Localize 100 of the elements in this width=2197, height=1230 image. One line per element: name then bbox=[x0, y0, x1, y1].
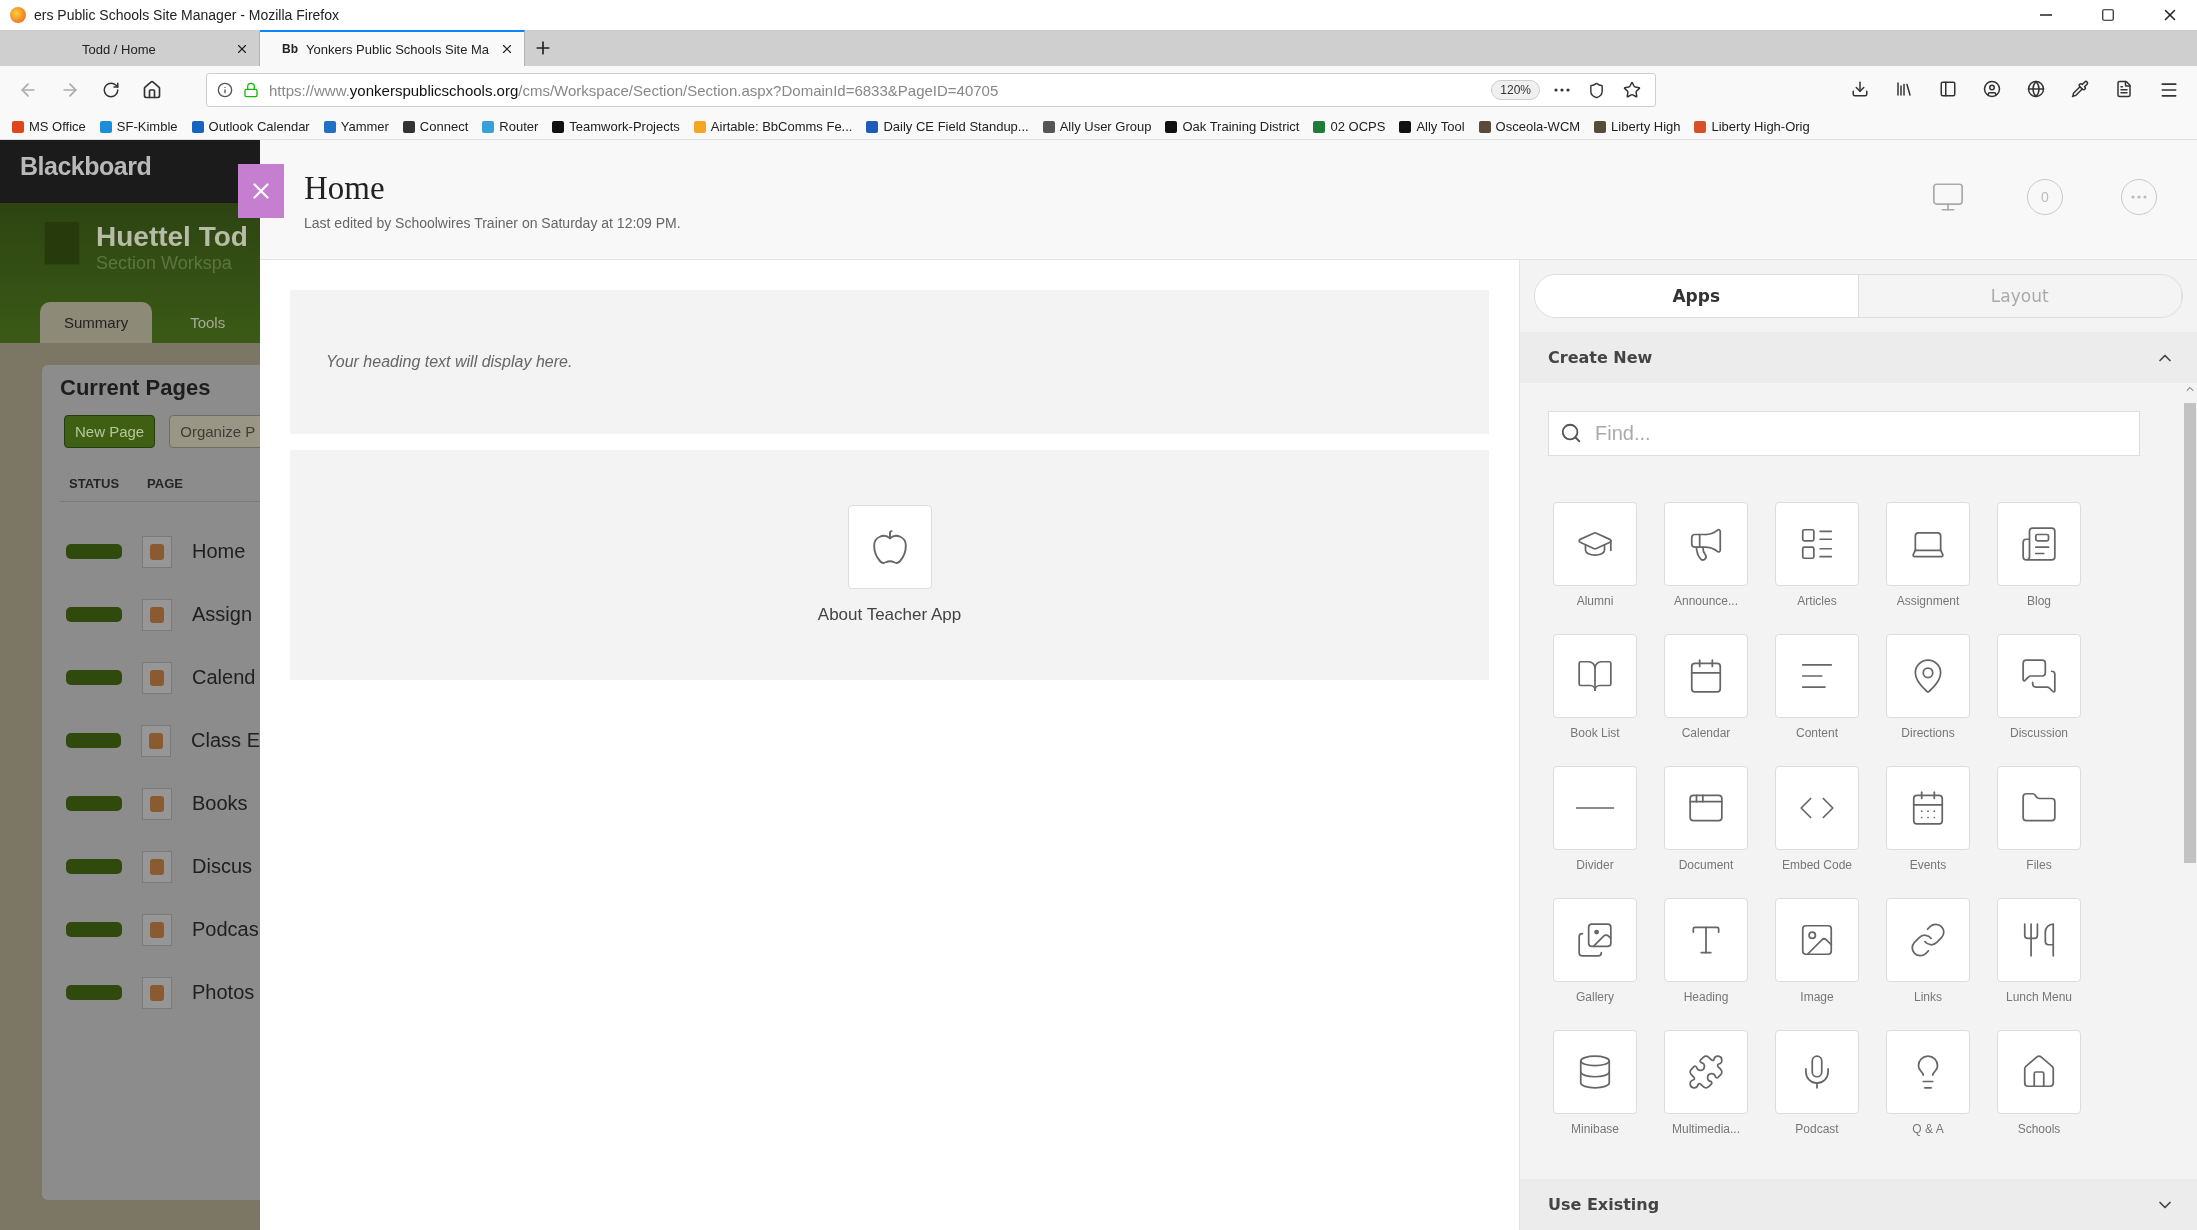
bookmark-link[interactable]: Ally Tool bbox=[1399, 119, 1465, 134]
page-thumbnail bbox=[142, 535, 172, 568]
app-tile[interactable] bbox=[1664, 1030, 1748, 1114]
app-tile[interactable] bbox=[1997, 1030, 2081, 1114]
app-tile[interactable] bbox=[1775, 634, 1859, 718]
page-link[interactable]: Calend bbox=[192, 666, 256, 689]
app-tile[interactable] bbox=[1997, 766, 2081, 850]
bookmark-link[interactable]: Airtable: BbComms Fe... bbox=[693, 119, 853, 134]
app-label: Lunch Menu bbox=[2005, 990, 2072, 1004]
page-link[interactable]: Home bbox=[192, 540, 246, 563]
panel-tab[interactable]: Apps bbox=[1535, 275, 1859, 317]
monitor-icon bbox=[1931, 180, 1965, 214]
new-page-button[interactable]: New Page bbox=[64, 415, 156, 448]
organize-button[interactable]: Organize P bbox=[169, 415, 260, 448]
library-icon bbox=[1895, 80, 1913, 98]
bookmark-link[interactable]: Osceola-WCM bbox=[1478, 119, 1581, 134]
reload-icon bbox=[102, 81, 120, 99]
app-tile[interactable] bbox=[1553, 502, 1637, 586]
app-tile[interactable] bbox=[1997, 634, 2081, 718]
app-tile[interactable] bbox=[1775, 1030, 1859, 1114]
bookmark-link[interactable]: Daily CE Field Standup... bbox=[866, 119, 1029, 134]
section-tab[interactable]: Tools bbox=[166, 302, 250, 343]
lock-icon bbox=[243, 82, 259, 98]
page-thumbnail bbox=[142, 913, 172, 946]
app-label: Calendar bbox=[1681, 726, 1731, 740]
app-tile[interactable] bbox=[1997, 898, 2081, 982]
bookmark-link[interactable]: Teamwork-Projects bbox=[552, 119, 680, 134]
bookmark-link[interactable]: Liberty High-Orig bbox=[1694, 119, 1810, 134]
app-label: Articles bbox=[1797, 594, 1837, 608]
bookmark-link[interactable]: 02 OCPS bbox=[1313, 119, 1386, 134]
brand-logo: Blackboard bbox=[0, 140, 260, 203]
bookmark-link[interactable]: Outlook Calendar bbox=[191, 119, 310, 134]
section-tab[interactable]: Summary bbox=[40, 302, 153, 343]
app-tile[interactable] bbox=[1775, 766, 1859, 850]
column-header: PAGE bbox=[147, 476, 183, 491]
chat-bubbles-icon bbox=[2020, 657, 2058, 695]
app-tile[interactable] bbox=[1553, 766, 1637, 850]
page-link[interactable]: Photos bbox=[192, 981, 255, 1004]
heading-block[interactable]: Your heading text will display here. bbox=[290, 290, 1489, 434]
window-title: ers Public Schools Site Manager - Mozilla Firefox bbox=[34, 7, 340, 23]
app-tile[interactable] bbox=[1886, 898, 1970, 982]
app-tile[interactable] bbox=[1553, 634, 1637, 718]
status-badge bbox=[66, 985, 122, 1000]
close-tab-icon[interactable] bbox=[500, 42, 514, 56]
app-tile[interactable] bbox=[1775, 502, 1859, 586]
ellipsis-icon bbox=[2131, 195, 2147, 199]
app-label: Schools bbox=[2017, 1122, 2061, 1136]
page-link[interactable]: Books bbox=[192, 792, 248, 815]
app-tile[interactable] bbox=[1775, 898, 1859, 982]
app-label: Links bbox=[1914, 990, 1942, 1004]
tab-favicon: Bb bbox=[282, 42, 298, 56]
download-icon bbox=[1851, 80, 1869, 98]
browser-tab[interactable]: Bb Yonkers Public Schools Site Ma bbox=[260, 30, 525, 66]
app-block[interactable]: About Teacher App bbox=[290, 450, 1489, 680]
page-thumbnail bbox=[142, 976, 172, 1009]
bookmark-link[interactable]: Yammer bbox=[323, 119, 389, 134]
bookmark-link[interactable]: Router bbox=[482, 119, 539, 134]
app-tile[interactable] bbox=[1886, 502, 1970, 586]
column-header: STATUS bbox=[69, 476, 120, 491]
page-thumbnail bbox=[142, 850, 172, 883]
bookmark-link[interactable]: Liberty High bbox=[1594, 119, 1681, 134]
app-tile[interactable] bbox=[1997, 502, 2081, 586]
bookmark-link[interactable]: Ally User Group bbox=[1042, 119, 1152, 134]
address-field[interactable]: https://www.yonkerspublicschools.org/cms/Workspace/Section/Section.aspx?DomainId=6833&PageID=40705 120% bbox=[206, 73, 1656, 107]
app-tile[interactable] bbox=[1886, 766, 1970, 850]
bookmark-link[interactable]: Oak Training District bbox=[1165, 119, 1300, 134]
bookmark-link[interactable]: MS Office bbox=[12, 119, 86, 134]
app-tile[interactable] bbox=[1553, 1030, 1637, 1114]
app-tile[interactable] bbox=[1664, 502, 1748, 586]
link-icon bbox=[1909, 921, 1947, 959]
zoom-level[interactable]: 120% bbox=[1491, 80, 1540, 100]
app-label: Podcast bbox=[1795, 1122, 1839, 1136]
app-tile[interactable] bbox=[1664, 898, 1748, 982]
page-link[interactable]: Class E bbox=[191, 729, 260, 752]
bookmark-link[interactable]: SF-Kimble bbox=[99, 119, 178, 134]
page-link[interactable]: Discus bbox=[192, 855, 252, 878]
section-header[interactable]: Use Existing bbox=[1520, 1179, 2197, 1230]
app-tile[interactable] bbox=[1664, 634, 1748, 718]
app-label: Announce... bbox=[1673, 594, 1739, 608]
section-header[interactable]: Create New bbox=[1520, 332, 2197, 383]
eyedropper-icon bbox=[2071, 80, 2089, 98]
page-link[interactable]: Assign bbox=[192, 603, 253, 626]
close-tab-icon[interactable] bbox=[235, 42, 249, 56]
bookmark-link[interactable]: Connect bbox=[402, 119, 469, 134]
app-label: Q & A bbox=[1912, 1122, 1944, 1136]
home-icon bbox=[142, 80, 162, 100]
app-tile[interactable] bbox=[847, 505, 932, 589]
close-button[interactable] bbox=[238, 164, 284, 218]
newspaper-icon bbox=[2020, 525, 2058, 563]
search-field[interactable]: Find... bbox=[1548, 411, 2140, 456]
app-tile[interactable] bbox=[1553, 898, 1637, 982]
info-icon[interactable] bbox=[217, 82, 233, 98]
app-tile[interactable] bbox=[1886, 634, 1970, 718]
browser-icon bbox=[10, 7, 26, 23]
page-link[interactable]: Podcas bbox=[192, 918, 259, 941]
app-tile[interactable] bbox=[1886, 1030, 1970, 1114]
app-label: Files bbox=[2026, 858, 2052, 872]
app-tile[interactable] bbox=[1664, 766, 1748, 850]
app-label: Book List bbox=[1570, 726, 1620, 740]
puzzle-icon bbox=[1687, 1053, 1725, 1091]
